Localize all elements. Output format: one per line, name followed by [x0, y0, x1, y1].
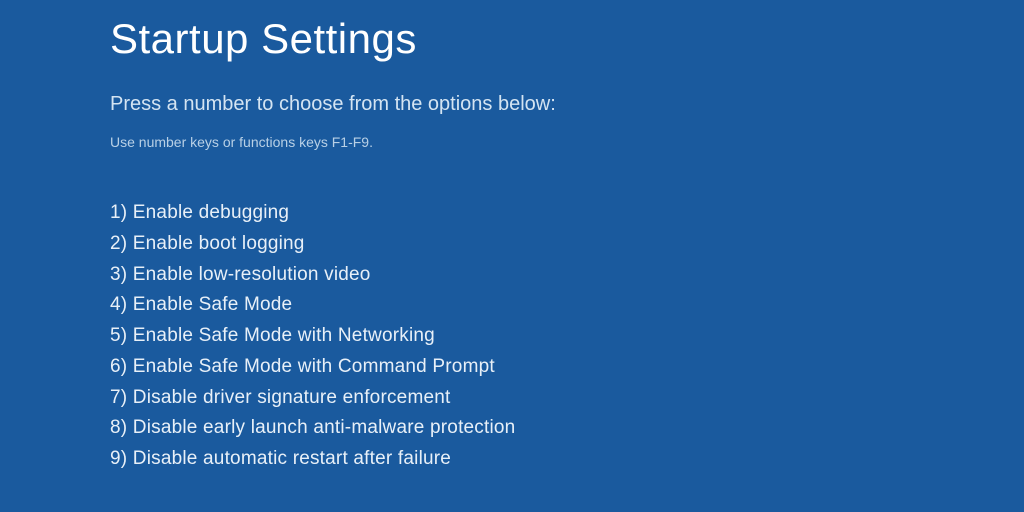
option-disable-automatic-restart[interactable]: 9) Disable automatic restart after failu… [110, 444, 1024, 475]
option-number: 3 [110, 264, 121, 285]
option-label: Disable driver signature enforcement [133, 387, 451, 408]
option-label: Disable early launch anti-malware protec… [133, 417, 516, 438]
option-enable-safe-mode-networking[interactable]: 5) Enable Safe Mode with Networking [110, 321, 1024, 352]
option-number: 8 [110, 417, 121, 438]
options-list: 1) Enable debugging 2) Enable boot loggi… [110, 198, 1024, 475]
option-number: 1 [110, 202, 121, 223]
hint-text: Use number keys or functions keys F1-F9. [110, 134, 1024, 150]
option-number: 5 [110, 325, 121, 346]
page-title: Startup Settings [110, 15, 1024, 63]
option-label: Enable boot logging [133, 233, 305, 254]
instruction-text: Press a number to choose from the option… [110, 93, 1024, 116]
option-label: Enable Safe Mode with Networking [133, 325, 435, 346]
option-number: 6 [110, 356, 121, 377]
option-disable-driver-signature-enforcement[interactable]: 7) Disable driver signature enforcement [110, 383, 1024, 414]
option-label: Disable automatic restart after failure [133, 448, 451, 469]
option-enable-low-resolution-video[interactable]: 3) Enable low-resolution video [110, 260, 1024, 291]
option-label: Enable low-resolution video [133, 264, 371, 285]
option-label: Enable Safe Mode with Command Prompt [133, 356, 495, 377]
option-enable-safe-mode-command-prompt[interactable]: 6) Enable Safe Mode with Command Prompt [110, 352, 1024, 383]
option-number: 4 [110, 294, 121, 315]
option-number: 9 [110, 448, 121, 469]
option-number: 7 [110, 387, 121, 408]
option-disable-early-launch-anti-malware[interactable]: 8) Disable early launch anti-malware pro… [110, 413, 1024, 444]
option-label: Enable Safe Mode [133, 294, 293, 315]
option-number: 2 [110, 233, 121, 254]
option-label: Enable debugging [133, 202, 289, 223]
option-enable-boot-logging[interactable]: 2) Enable boot logging [110, 229, 1024, 260]
option-enable-debugging[interactable]: 1) Enable debugging [110, 198, 1024, 229]
option-enable-safe-mode[interactable]: 4) Enable Safe Mode [110, 290, 1024, 321]
